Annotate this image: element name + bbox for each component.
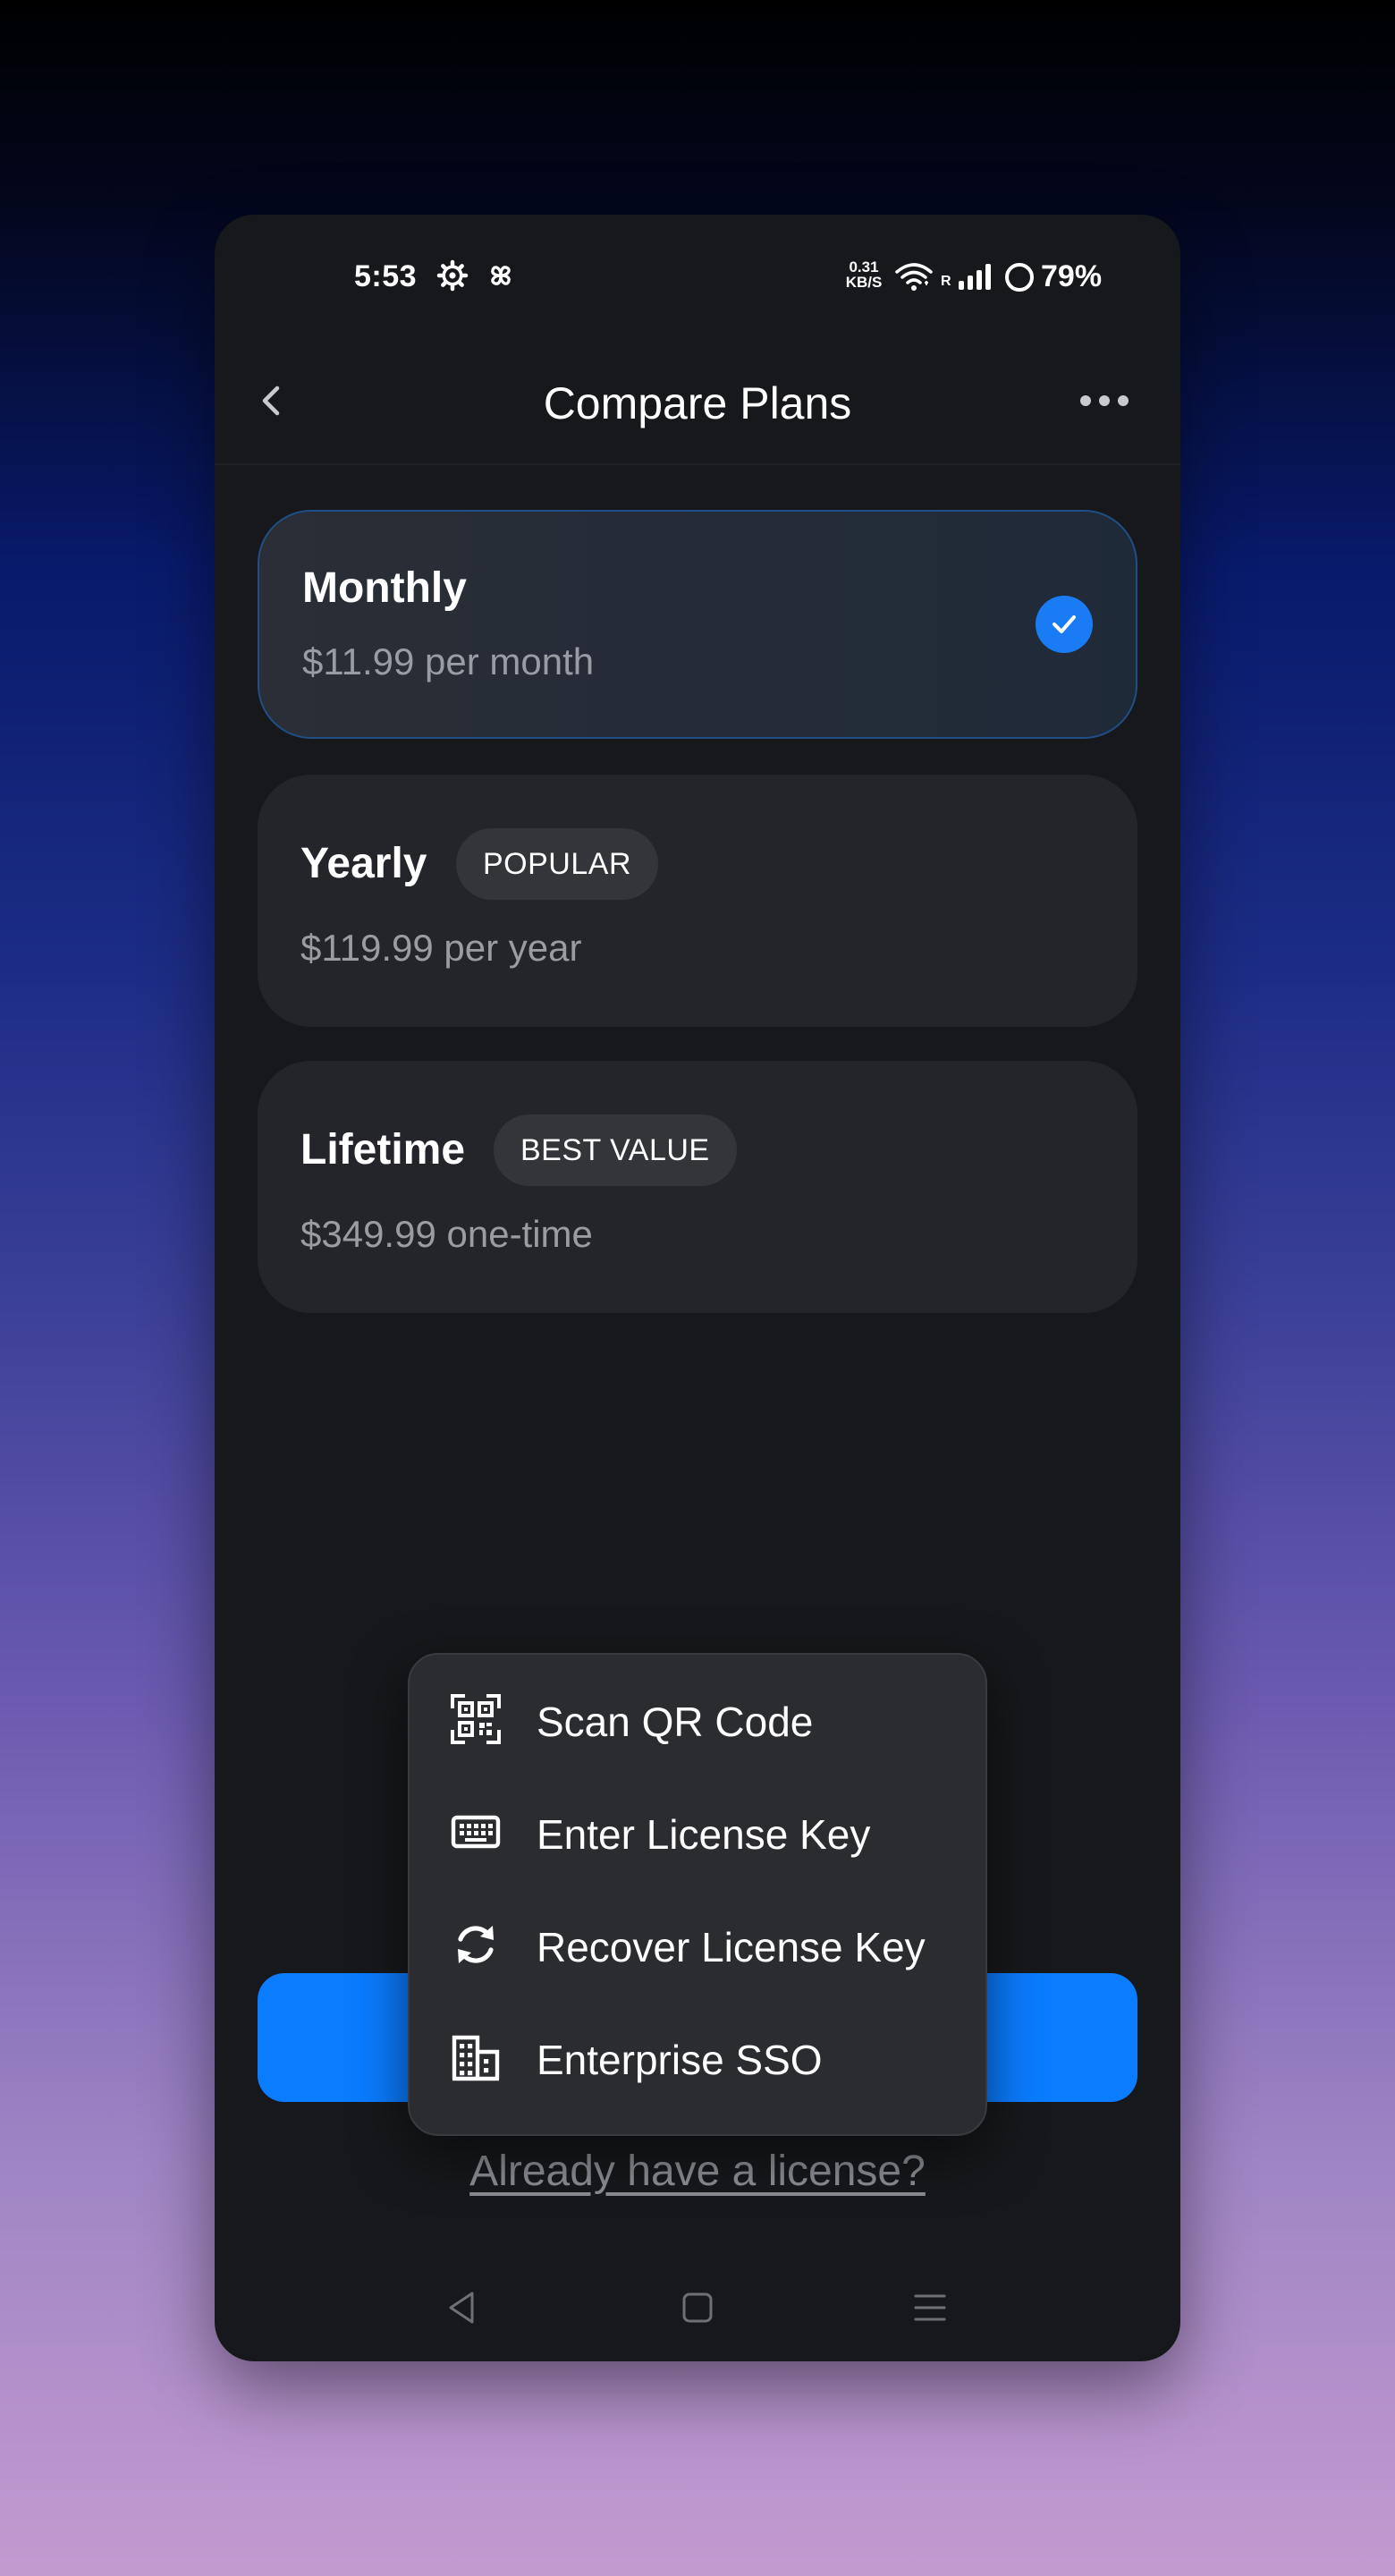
phone-screen: 5:53 0.31 KB/S R 79% Compare Plans Month… — [215, 215, 1180, 2361]
plan-card-yearly[interactable]: Yearly POPULAR $119.99 per year — [258, 775, 1137, 1027]
menu-item-scan-qr[interactable]: Scan QR Code — [410, 1662, 985, 1775]
keyboard-icon — [451, 1815, 501, 1849]
nav-back-icon[interactable] — [444, 2288, 479, 2327]
battery-percentage: 79% — [1041, 259, 1103, 293]
nav-home-icon[interactable] — [678, 2288, 717, 2327]
menu-item-label: Enterprise SSO — [537, 2037, 823, 2083]
menu-item-label: Recover License Key — [537, 1924, 926, 1970]
license-options-menu: Scan QR Code Enter License Key Recover L… — [408, 1653, 987, 2136]
menu-item-label: Enter License Key — [537, 1811, 871, 1858]
wifi-icon — [895, 263, 933, 291]
nav-recents-icon[interactable] — [910, 2288, 950, 2327]
best-value-badge: BEST VALUE — [494, 1114, 737, 1186]
menu-item-recover-license[interactable]: Recover License Key — [410, 1887, 985, 2000]
popular-badge: POPULAR — [456, 828, 658, 900]
battery-ring-icon — [1005, 263, 1034, 292]
plan-card-monthly[interactable]: Monthly $11.99 per month — [258, 510, 1137, 739]
more-options-icon[interactable] — [1073, 376, 1136, 426]
header-divider — [215, 463, 1180, 465]
settings-gear-icon — [436, 259, 469, 292]
system-nav-bar — [215, 2272, 1180, 2361]
app-header: Compare Plans — [215, 349, 1180, 456]
plan-price: $349.99 one-time — [300, 1213, 593, 1255]
plan-price: $119.99 per year — [300, 927, 582, 969]
plan-name: Lifetime — [300, 1126, 466, 1174]
plan-name: Monthly — [302, 564, 467, 612]
signal-strength: R — [941, 261, 998, 292]
status-bar: 5:53 0.31 KB/S R 79% — [215, 215, 1180, 304]
plan-name: Yearly — [300, 840, 427, 887]
selected-check-icon — [1036, 596, 1093, 653]
building-icon — [452, 2035, 500, 2081]
signal-icon — [959, 264, 991, 290]
plan-price: $11.99 per month — [302, 640, 595, 682]
status-time: 5:53 — [354, 259, 418, 293]
page-title: Compare Plans — [543, 378, 852, 428]
pinwheel-icon — [491, 266, 511, 285]
already-have-license-link[interactable]: Already have a license? — [215, 2147, 1180, 2196]
network-speed: 0.31 KB/S — [845, 258, 883, 291]
menu-item-enterprise-sso[interactable]: Enterprise SSO — [410, 2000, 985, 2113]
refresh-icon — [458, 1926, 494, 1963]
menu-item-enter-license[interactable]: Enter License Key — [410, 1775, 985, 1887]
menu-item-label: Scan QR Code — [537, 1699, 814, 1745]
qr-code-icon — [451, 1694, 501, 1744]
plan-card-lifetime[interactable]: Lifetime BEST VALUE $349.99 one-time — [258, 1061, 1137, 1313]
